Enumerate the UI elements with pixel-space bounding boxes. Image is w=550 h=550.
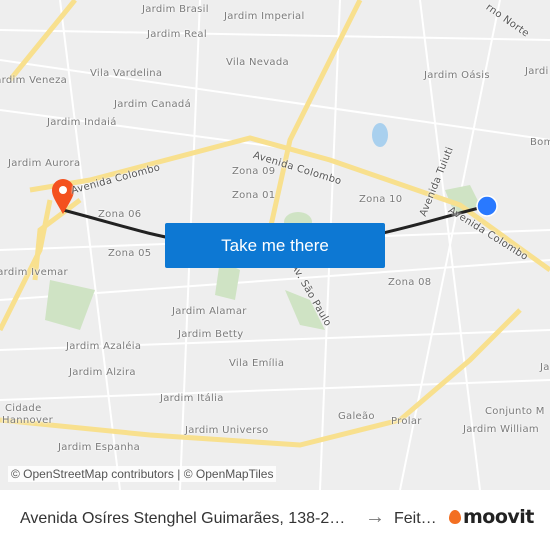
map-label: Jardim Indaiá [47, 117, 117, 128]
take-me-there-button[interactable]: Take me there [165, 223, 385, 268]
map[interactable]: Jardim Brasil Jardim Imperial Jardim Rea… [0, 0, 550, 490]
map-label: Jardim William [463, 424, 539, 435]
map-label: Hannover [2, 415, 54, 426]
map-label: Ja [540, 362, 550, 373]
map-label: Jardim Itália [160, 393, 224, 404]
map-label: Zona 09 [232, 166, 276, 177]
trip-footer: Avenida Osíres Stenghel Guimarães, 138-2… [0, 490, 550, 550]
map-label: Jardim Betty [178, 329, 244, 340]
moovit-pin-icon [449, 510, 461, 524]
moovit-logo: moovit [449, 506, 534, 528]
map-label: Vila Emília [229, 358, 285, 369]
map-label: Jardim Universo [185, 425, 269, 436]
map-label: Jardim Azaléia [66, 341, 142, 352]
origin-marker[interactable] [476, 195, 498, 217]
map-label: Jardim Alzira [69, 367, 136, 378]
map-label: Jardim Brasil [142, 4, 209, 15]
map-label: Zona 06 [98, 209, 142, 220]
map-label: Jardim Real [147, 29, 207, 40]
map-label: Jardim Ivemar [0, 267, 68, 278]
map-label: Jardim Alamar [172, 306, 247, 317]
map-label: Jardi [525, 66, 549, 77]
map-label: Vila Nevada [226, 57, 289, 68]
map-label: Zona 10 [359, 194, 403, 205]
map-label: Bom [530, 137, 550, 148]
map-label: Jardim Aurora [8, 158, 81, 169]
map-label: Galeão [338, 411, 375, 422]
brand-name: moovit [463, 506, 534, 528]
map-label: Cidade [5, 403, 42, 414]
map-label: Jardim Canadá [114, 99, 192, 110]
map-label: Zona 05 [108, 248, 152, 259]
map-label: Jardim Espanha [58, 442, 141, 453]
map-label: Vila Vardelina [90, 68, 163, 79]
map-label: Jardim Oásis [424, 70, 490, 81]
map-label: Conjunto M [485, 406, 545, 417]
map-label: Zona 08 [388, 277, 432, 288]
origin-text: Avenida Osíres Stenghel Guimarães, 138-2… [20, 510, 346, 527]
map-label: Zona 01 [232, 190, 276, 201]
map-label: Jardim Veneza [0, 75, 68, 86]
arrow-right-icon: → [365, 506, 385, 528]
destination-text: Feit… [394, 510, 437, 527]
map-label: Prolar [391, 416, 422, 427]
map-attribution[interactable]: © OpenStreetMap contributors | © OpenMap… [8, 466, 277, 482]
map-label: Jardim Imperial [224, 11, 305, 22]
